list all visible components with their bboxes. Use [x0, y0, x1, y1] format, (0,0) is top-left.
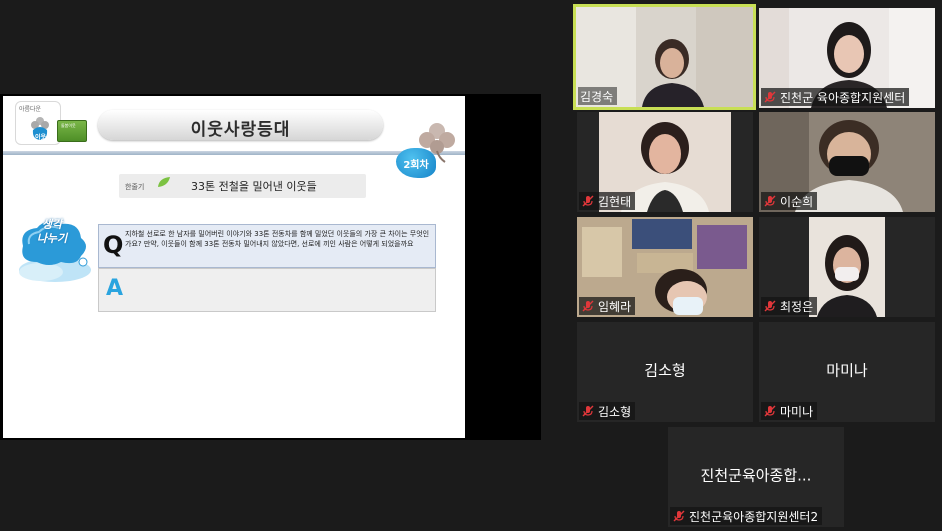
mic-muted-icon [764, 300, 776, 312]
answer-label: A [106, 276, 124, 301]
subtitle-text: 33톤 전철을 밀어낸 이웃들 [191, 180, 317, 193]
program-badge: 돌봄이웃 [57, 120, 87, 142]
logo-small-text: 아름다운 [19, 106, 42, 113]
presentation-slide: 아름다운 이웃 돌봄이웃 이웃사랑등대 2회차 한줄기 33톤 전철을 밀어낸 … [3, 96, 465, 438]
mic-muted-icon [764, 91, 776, 103]
participant-tile[interactable]: 최정은 [759, 217, 935, 317]
question-box: Q 지하철 선로로 한 남자를 밀어버린 이야기와 33톤 전동차를 함께 밀었… [98, 224, 436, 268]
organization-logo: 아름다운 이웃 [15, 101, 61, 145]
participant-name-tag: 임혜라 [579, 297, 636, 315]
logo-word: 이웃 [35, 134, 47, 141]
participant-name: 진천군육아종합지원센터2 [689, 509, 819, 524]
participant-name-tag: 진천군육아종합지원센터2 [670, 507, 823, 525]
participant-tile[interactable]: 임혜라 [577, 217, 753, 317]
participant-tile[interactable]: 마미나 마미나 [759, 322, 935, 422]
participant-display-name: 진천군육아종합... [700, 466, 812, 485]
question-text: 지하철 선로로 한 남자를 밀어버린 이야기와 33톤 전동차를 함께 밀었던 … [125, 230, 430, 248]
shared-screen[interactable]: 아름다운 이웃 돌봄이웃 이웃사랑등대 2회차 한줄기 33톤 전철을 밀어낸 … [0, 94, 541, 440]
participant-tile[interactable]: 진천군 육아종합지원센터 [759, 8, 935, 108]
participant-name: 마미나 [780, 404, 814, 419]
leaf-icon [158, 177, 170, 187]
subtitle-tag: 한줄기 [125, 183, 145, 191]
mic-muted-icon [582, 195, 594, 207]
slide-divider [3, 151, 465, 155]
participant-name-tag: 김현태 [579, 192, 636, 210]
participant-name: 진천군 육아종합지원센터 [780, 90, 906, 105]
participant-name-tag: 김소형 [579, 402, 636, 420]
video-meeting-window: 아름다운 이웃 돌봄이웃 이웃사랑등대 2회차 한줄기 33톤 전철을 밀어낸 … [0, 0, 942, 531]
participant-display-name: 김소형 [644, 361, 686, 380]
participant-name-tag: 마미나 [761, 402, 818, 420]
participant-name: 임혜라 [598, 299, 632, 314]
think-label-line1: 생각 [41, 218, 63, 231]
participant-name-tag: 이순희 [761, 192, 818, 210]
slide-title: 이웃사랑등대 [190, 120, 291, 140]
answer-box: A [98, 268, 436, 312]
participant-name-tag: 최정은 [761, 297, 818, 315]
mic-muted-icon [582, 405, 594, 417]
question-label: Q [103, 231, 124, 259]
mic-muted-icon [764, 195, 776, 207]
participant-name: 김소형 [598, 404, 632, 419]
session-badge: 2회차 [396, 148, 436, 178]
mic-muted-icon [673, 510, 685, 522]
subtitle-bar: 한줄기 33톤 전철을 밀어낸 이웃들 [119, 174, 366, 198]
slide-title-banner: 이웃사랑등대 [98, 110, 383, 140]
session-label: 2회차 [403, 160, 429, 171]
participant-display-name: 마미나 [826, 361, 868, 380]
participant-tile[interactable]: 김소형 김소형 [577, 322, 753, 422]
participant-tile[interactable]: 김경숙 [573, 4, 756, 110]
participant-name: 이순희 [780, 194, 814, 209]
think-label-line2: 나누기 [36, 232, 68, 245]
participant-name: 최정은 [780, 299, 814, 314]
participant-tile[interactable]: 이순희 [759, 112, 935, 212]
program-badge-text: 돌봄이웃 [61, 123, 76, 128]
participant-tile[interactable]: 진천군육아종합... 진천군육아종합지원센터2 [668, 427, 844, 527]
participant-name-tag: 김경숙 [578, 87, 618, 105]
think-label: 생각 나누기 [27, 218, 77, 246]
participant-tile[interactable]: 김현태 [577, 112, 753, 212]
mic-muted-icon [764, 405, 776, 417]
participant-name: 김현태 [598, 194, 632, 209]
participant-name: 김경숙 [580, 89, 614, 104]
mic-muted-icon [582, 300, 594, 312]
participant-name-tag: 진천군 육아종합지원센터 [761, 88, 910, 106]
